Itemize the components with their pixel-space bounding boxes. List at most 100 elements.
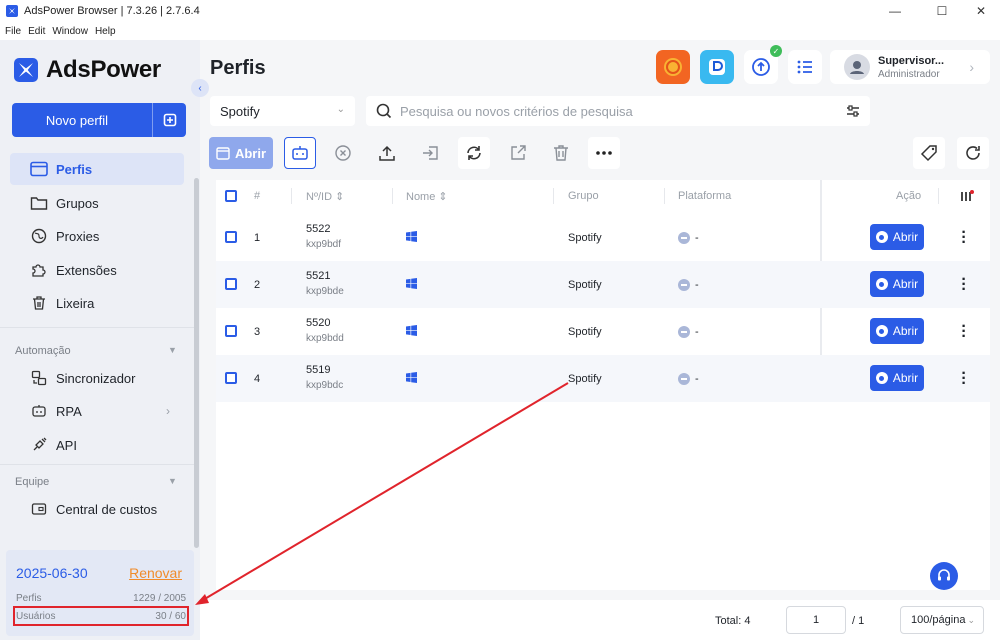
close-button[interactable]: ✕	[964, 0, 998, 22]
collapse-sidebar-button[interactable]: ‹	[191, 79, 209, 97]
page-number-input[interactable]: 1	[786, 606, 846, 634]
table-row[interactable]: 4 5519 kxp9bdc Spotify - Abrir · · ·	[216, 355, 990, 402]
menu-file[interactable]: File	[5, 26, 21, 37]
refresh-icon	[467, 146, 481, 160]
page-size-select[interactable]: 100/página ⌄	[900, 606, 984, 634]
chevron-down-icon[interactable]: ▼	[168, 476, 177, 486]
support-chat-button[interactable]	[930, 562, 958, 590]
column-header-platform: Plataforma	[678, 190, 732, 202]
table-row[interactable]: 2 5521 kxp9bde Spotify - Abrir · · ·	[216, 261, 990, 308]
open-profile-button[interactable]: Abrir	[870, 318, 924, 344]
row-checkbox[interactable]	[225, 325, 237, 337]
sidebar-item-label: Proxies	[56, 228, 100, 244]
select-all-checkbox[interactable]	[225, 190, 237, 202]
profile-id: 5522	[306, 223, 331, 235]
table-row[interactable]: 3 5520 kxp9bdd Spotify - Abrir · · ·	[216, 308, 990, 355]
new-profile-button[interactable]: Novo perfil	[12, 103, 152, 137]
filter-settings-icon[interactable]	[846, 104, 860, 118]
row-number: 3	[254, 326, 261, 338]
upload-button[interactable]	[371, 137, 403, 169]
open-profile-label: Abrir	[892, 371, 919, 385]
move-to-group-button[interactable]	[414, 137, 446, 169]
profile-id: 5520	[306, 317, 331, 329]
search-input[interactable]	[400, 103, 830, 119]
page-title: Perfis	[210, 57, 266, 79]
open-profile-button[interactable]: Abrir	[870, 365, 924, 391]
chromium-icon	[875, 231, 888, 243]
share-button[interactable]	[502, 137, 534, 169]
sidebar-scrollbar[interactable]	[194, 178, 199, 548]
user-menu[interactable]: Supervisor... Administrador ›	[830, 50, 990, 84]
plan-expiry-date: 2025-06-30	[16, 565, 88, 581]
open-profile-button[interactable]: Abrir	[870, 271, 924, 297]
renew-link[interactable]: Renovar	[129, 565, 182, 581]
sidebar-item-sincronizador[interactable]: Sincronizador	[10, 362, 184, 394]
coin-icon[interactable]	[656, 50, 690, 84]
sync-windows-icon	[30, 369, 48, 387]
row-checkbox[interactable]	[225, 231, 237, 243]
divider	[0, 327, 195, 328]
sidebar-item-extensoes[interactable]: Extensões	[10, 254, 184, 286]
new-profile-button-group: Novo perfil	[12, 103, 186, 137]
profile-code: kxp9bdf	[306, 239, 342, 250]
column-header-name[interactable]: Nome ⇕	[406, 180, 448, 212]
profile-code: kxp9bdc	[306, 380, 344, 391]
reload-list-button[interactable]	[957, 137, 989, 169]
more-vertical-icon[interactable]: · · ·	[961, 225, 967, 251]
menu-help[interactable]: Help	[95, 26, 116, 37]
sidebar-item-central-de-custos[interactable]: Central de custos	[10, 493, 184, 525]
more-vertical-icon[interactable]: · · ·	[961, 272, 967, 298]
profile-group: Spotify	[568, 373, 602, 385]
sidebar-item-label: Sincronizador	[56, 370, 136, 386]
title-bar: AdsPower Browser | 7.3.26 | 2.7.6.4 — ☐ …	[0, 0, 1000, 22]
table-row[interactable]: 1 5522 kxp9bdf Spotify - Abrir · · ·	[216, 214, 990, 261]
chevron-down-icon[interactable]: ▼	[168, 345, 177, 355]
column-header-id[interactable]: Nº/ID ⇕	[306, 180, 344, 212]
more-vertical-icon[interactable]: · · ·	[961, 319, 967, 345]
profile-group: Spotify	[568, 279, 602, 291]
open-profile-label: Abrir	[892, 277, 919, 291]
wallet-icon	[30, 500, 48, 518]
share-icon	[511, 145, 526, 160]
move-icon	[423, 146, 438, 160]
more-actions-button[interactable]	[588, 137, 620, 169]
more-vertical-icon[interactable]: · · ·	[961, 366, 967, 392]
maximize-button[interactable]: ☐	[925, 0, 959, 22]
delete-button[interactable]	[545, 137, 577, 169]
update-icon[interactable]: ✓	[744, 45, 782, 84]
menu-bar: File Edit Window Help	[0, 22, 1000, 40]
refresh-fingerprint-button[interactable]	[458, 137, 490, 169]
task-list-icon[interactable]	[788, 50, 822, 84]
sidebar-item-rpa[interactable]: RPA ›	[10, 395, 184, 427]
close-profile-button[interactable]	[327, 137, 359, 169]
browser-window-icon	[30, 160, 48, 178]
rpa-run-button[interactable]	[284, 137, 316, 169]
row-number: 2	[254, 279, 261, 291]
row-checkbox[interactable]	[225, 372, 237, 384]
sidebar-item-api[interactable]: API	[10, 429, 184, 461]
row-number: 1	[254, 232, 261, 244]
dolphin-app-icon[interactable]	[700, 50, 734, 84]
column-header-group: Grupo	[568, 190, 599, 202]
plan-profiles-row: Perfis 1229 / 2005	[16, 593, 186, 604]
sidebar-item-proxies[interactable]: Proxies	[10, 220, 184, 252]
tag-button[interactable]	[913, 137, 945, 169]
row-checkbox[interactable]	[225, 278, 237, 290]
sidebar-item-lixeira[interactable]: Lixeira	[10, 287, 184, 319]
import-profile-button[interactable]	[152, 103, 186, 137]
profile-id: 5519	[306, 364, 331, 376]
open-profile-button[interactable]: Abrir	[870, 224, 924, 250]
sidebar-item-label: API	[56, 437, 77, 453]
minimize-button[interactable]: —	[878, 0, 912, 22]
column-settings-icon[interactable]	[960, 180, 974, 212]
adspower-logo-icon	[14, 58, 38, 82]
sidebar-item-perfis[interactable]: Perfis	[10, 153, 184, 185]
logo: AdsPower	[14, 56, 161, 84]
sidebar-item-grupos[interactable]: Grupos	[10, 187, 184, 219]
group-filter-select[interactable]: Spotify ⌄	[210, 96, 355, 126]
chevron-down-icon: ⌄	[336, 104, 345, 115]
menu-edit[interactable]: Edit	[28, 26, 45, 37]
menu-window[interactable]: Window	[52, 26, 88, 37]
open-profile-label: Abrir	[892, 230, 919, 244]
open-selected-button[interactable]: Abrir	[209, 137, 273, 169]
